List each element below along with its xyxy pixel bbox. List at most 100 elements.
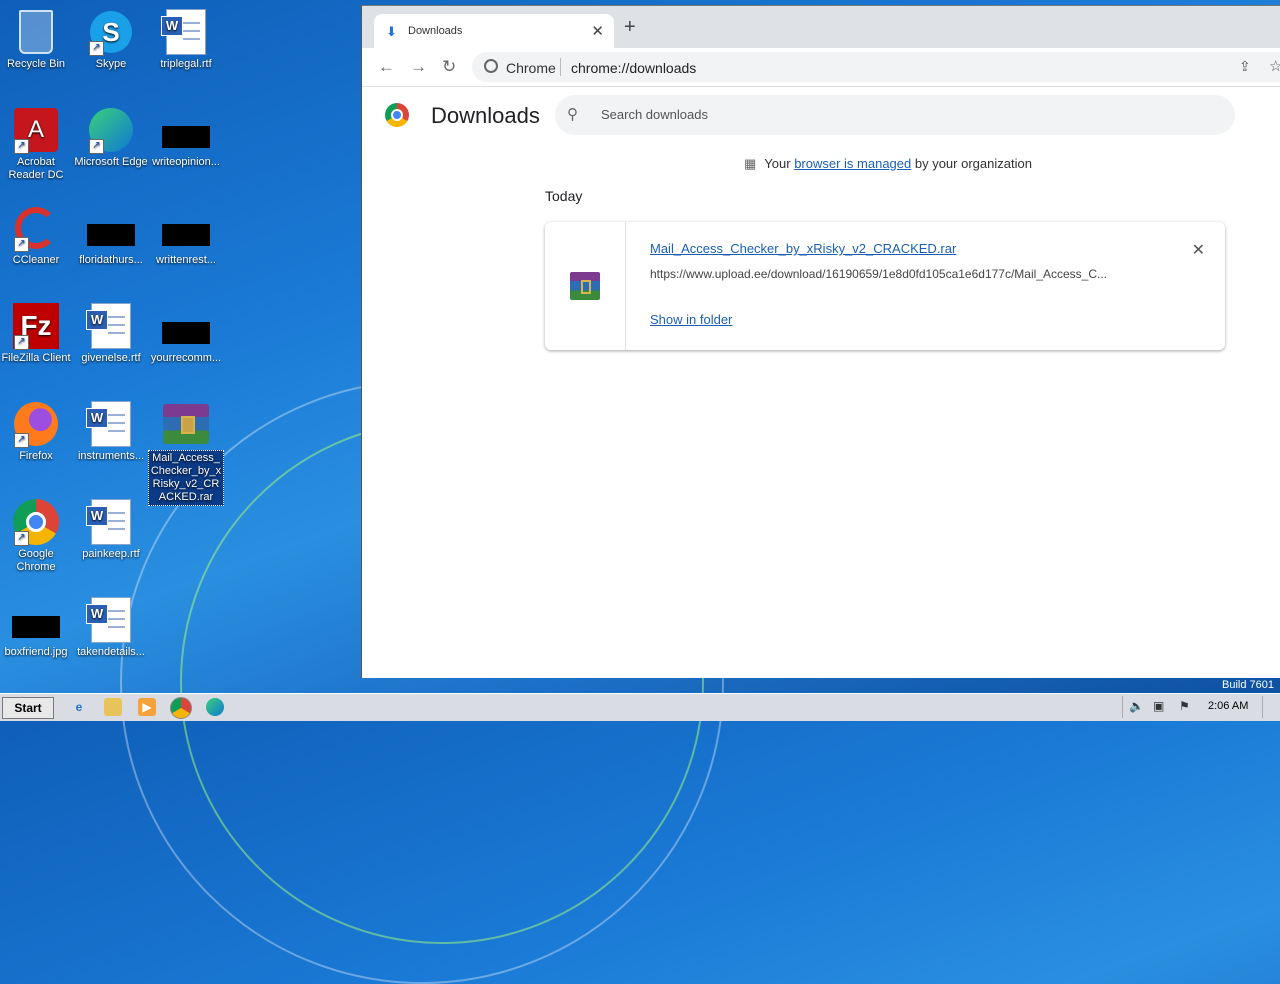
close-tab-icon[interactable]: ✕: [591, 22, 604, 40]
desktop-icon-givenelse[interactable]: W givenelse.rtf: [73, 302, 149, 365]
omnibox-chip: Chrome: [506, 60, 556, 76]
download-filename-link[interactable]: Mail_Access_Checker_by_xRisky_v2_CRACKED…: [650, 241, 956, 256]
firefox-icon: ↗: [12, 400, 60, 448]
recycle-bin-icon: [12, 8, 60, 56]
share-icon[interactable]: ⇪: [1239, 58, 1251, 75]
desktop-icon-filezilla[interactable]: Fz ↗ FileZilla Client: [0, 302, 74, 365]
network-icon[interactable]: ▣: [1153, 699, 1164, 713]
chrome-security-icon[interactable]: [484, 59, 498, 73]
icon-label: instruments...: [77, 450, 145, 462]
downloads-page: Downloads ⚲ Search downloads ▦ Your brows…: [362, 87, 1280, 678]
word-document-icon: W: [161, 8, 210, 56]
windows-build-label: Build 7601: [1222, 679, 1274, 691]
chrome-icon: ↗: [12, 498, 60, 546]
desktop-icon-acrobat[interactable]: A ↗ Acrobat Reader DC: [0, 106, 74, 182]
download-source-url: https://www.upload.ee/download/16190659/…: [650, 267, 1107, 281]
icon-label: CCleaner: [12, 254, 60, 266]
icon-label: Recycle Bin: [6, 58, 66, 70]
omnibox[interactable]: Chrome chrome://downloads ⇪ ☆: [472, 52, 1280, 82]
icon-label: floridathurs...: [79, 254, 143, 266]
explorer-folder-icon[interactable]: [104, 698, 122, 716]
redacted-thumbnail-icon: [12, 596, 60, 644]
desktop-icon-yourrecomm[interactable]: yourrecomm...: [148, 302, 224, 365]
omnibox-divider: [560, 58, 561, 76]
download-icon: ⬇: [386, 24, 397, 39]
redacted-thumbnail-icon: [162, 204, 210, 252]
ccleaner-icon: ↗: [12, 204, 60, 252]
page-title: Downloads: [431, 103, 540, 128]
icon-label: writeopinion...: [152, 156, 220, 168]
redacted-thumbnail-icon: [162, 106, 210, 154]
managed-notice: ▦ Your browser is managed by your organiz…: [744, 156, 1032, 172]
word-document-icon: W: [86, 596, 135, 644]
remove-download-icon[interactable]: ✕: [1192, 240, 1205, 260]
anyrun-watermark: ANY RUN: [1040, 610, 1263, 664]
forward-button[interactable]: →: [410, 57, 427, 77]
chrome-taskbar-icon[interactable]: [170, 697, 192, 719]
icon-label: givenelse.rtf: [81, 352, 141, 364]
desktop-icon-writtenrest[interactable]: writtenrest...: [148, 204, 224, 267]
desktop-icon-takendetails[interactable]: W takendetails...: [73, 596, 149, 659]
bookmark-star-icon[interactable]: ☆: [1269, 57, 1280, 75]
desktop-icon-rar-selected[interactable]: Mail_Access_Checker_by_xRisky_v2_CRACKED…: [148, 400, 224, 506]
filezilla-icon: Fz ↗: [12, 302, 60, 350]
redacted-thumbnail-icon: [162, 302, 210, 350]
action-center-flag-icon[interactable]: ⚑: [1179, 699, 1190, 713]
skype-icon: S ↗: [87, 8, 135, 56]
icon-label: Mail_Access_Checker_by_xRisky_v2_CRACKED…: [148, 450, 224, 506]
managed-prefix: Your: [764, 156, 795, 171]
edge-taskbar-icon[interactable]: [206, 698, 224, 716]
clock[interactable]: 2:06 AM: [1208, 700, 1248, 712]
taskbar: Start e ▶ 🔈 ▣ ⚑ 2:06 AM: [0, 693, 1280, 721]
url-text[interactable]: chrome://downloads: [571, 60, 696, 76]
desktop-icon-ccleaner[interactable]: ↗ CCleaner: [0, 204, 74, 267]
desktop-icon-edge[interactable]: ↗ Microsoft Edge: [73, 106, 149, 169]
building-icon: ▦: [744, 156, 757, 171]
tab-strip: ⬇ Downloads ✕ +: [362, 6, 1280, 48]
desktop-icon-painkeep[interactable]: W painkeep.rtf: [73, 498, 149, 561]
search-placeholder: Search downloads: [601, 107, 708, 122]
new-tab-button[interactable]: +: [624, 16, 636, 39]
icon-label: Skype: [95, 58, 127, 70]
word-document-icon: W: [86, 498, 135, 546]
search-icon: ⚲: [567, 106, 578, 123]
word-document-icon: W: [86, 400, 135, 448]
redacted-thumbnail-icon: [87, 204, 135, 252]
edge-icon: ↗: [87, 106, 135, 154]
internet-explorer-icon[interactable]: e: [70, 698, 88, 716]
back-button[interactable]: ←: [378, 57, 395, 77]
show-in-folder-link[interactable]: Show in folder: [650, 312, 732, 327]
date-heading: Today: [545, 188, 583, 204]
icon-label: Google Chrome: [16, 548, 56, 573]
tab-downloads[interactable]: ⬇ Downloads ✕: [374, 14, 614, 48]
desktop-icon-skype[interactable]: S ↗ Skype: [73, 8, 149, 71]
managed-link[interactable]: browser is managed: [794, 156, 911, 171]
browser-toolbar: ← → ↻ Chrome chrome://downloads ⇪ ☆: [362, 48, 1280, 87]
icon-label: yourrecomm...: [150, 352, 222, 364]
desktop-icon-firefox[interactable]: ↗ Firefox: [0, 400, 74, 463]
file-icon-area: [545, 222, 626, 350]
desktop-icon-instruments[interactable]: W instruments...: [73, 400, 149, 463]
desktop-icon-triplegal[interactable]: W triplegal.rtf: [148, 8, 224, 71]
desktop-icon-writeopinion[interactable]: writeopinion...: [148, 106, 224, 169]
desktop-icon-floridathurs[interactable]: floridathurs...: [73, 204, 149, 267]
winrar-archive-icon: [570, 272, 600, 300]
search-downloads-field[interactable]: ⚲ Search downloads: [555, 95, 1235, 135]
media-player-icon[interactable]: ▶: [138, 698, 156, 716]
icon-label: takendetails...: [77, 646, 145, 658]
icon-label: triplegal.rtf: [160, 58, 212, 70]
desktop-icon-recycle-bin[interactable]: Recycle Bin: [0, 8, 74, 71]
icon-label: Firefox: [19, 450, 53, 462]
reload-button[interactable]: ↻: [442, 57, 456, 77]
icon-label: Acrobat Reader DC: [8, 156, 64, 181]
desktop-icon-boxfriend[interactable]: boxfriend.jpg: [0, 596, 74, 659]
icon-label: FileZilla Client: [1, 352, 71, 364]
desktop-icon-chrome[interactable]: ↗ Google Chrome: [0, 498, 74, 574]
start-button[interactable]: Start: [2, 697, 54, 719]
volume-icon[interactable]: 🔈: [1129, 699, 1144, 713]
download-item: Mail_Access_Checker_by_xRisky_v2_CRACKED…: [545, 222, 1225, 350]
show-desktop-button[interactable]: [1262, 696, 1277, 718]
chrome-window: ⬇ Downloads ✕ + ← → ↻ Chrome chrome://do…: [361, 5, 1280, 678]
winrar-archive-icon: [162, 400, 210, 448]
icon-label: Microsoft Edge: [74, 156, 148, 168]
